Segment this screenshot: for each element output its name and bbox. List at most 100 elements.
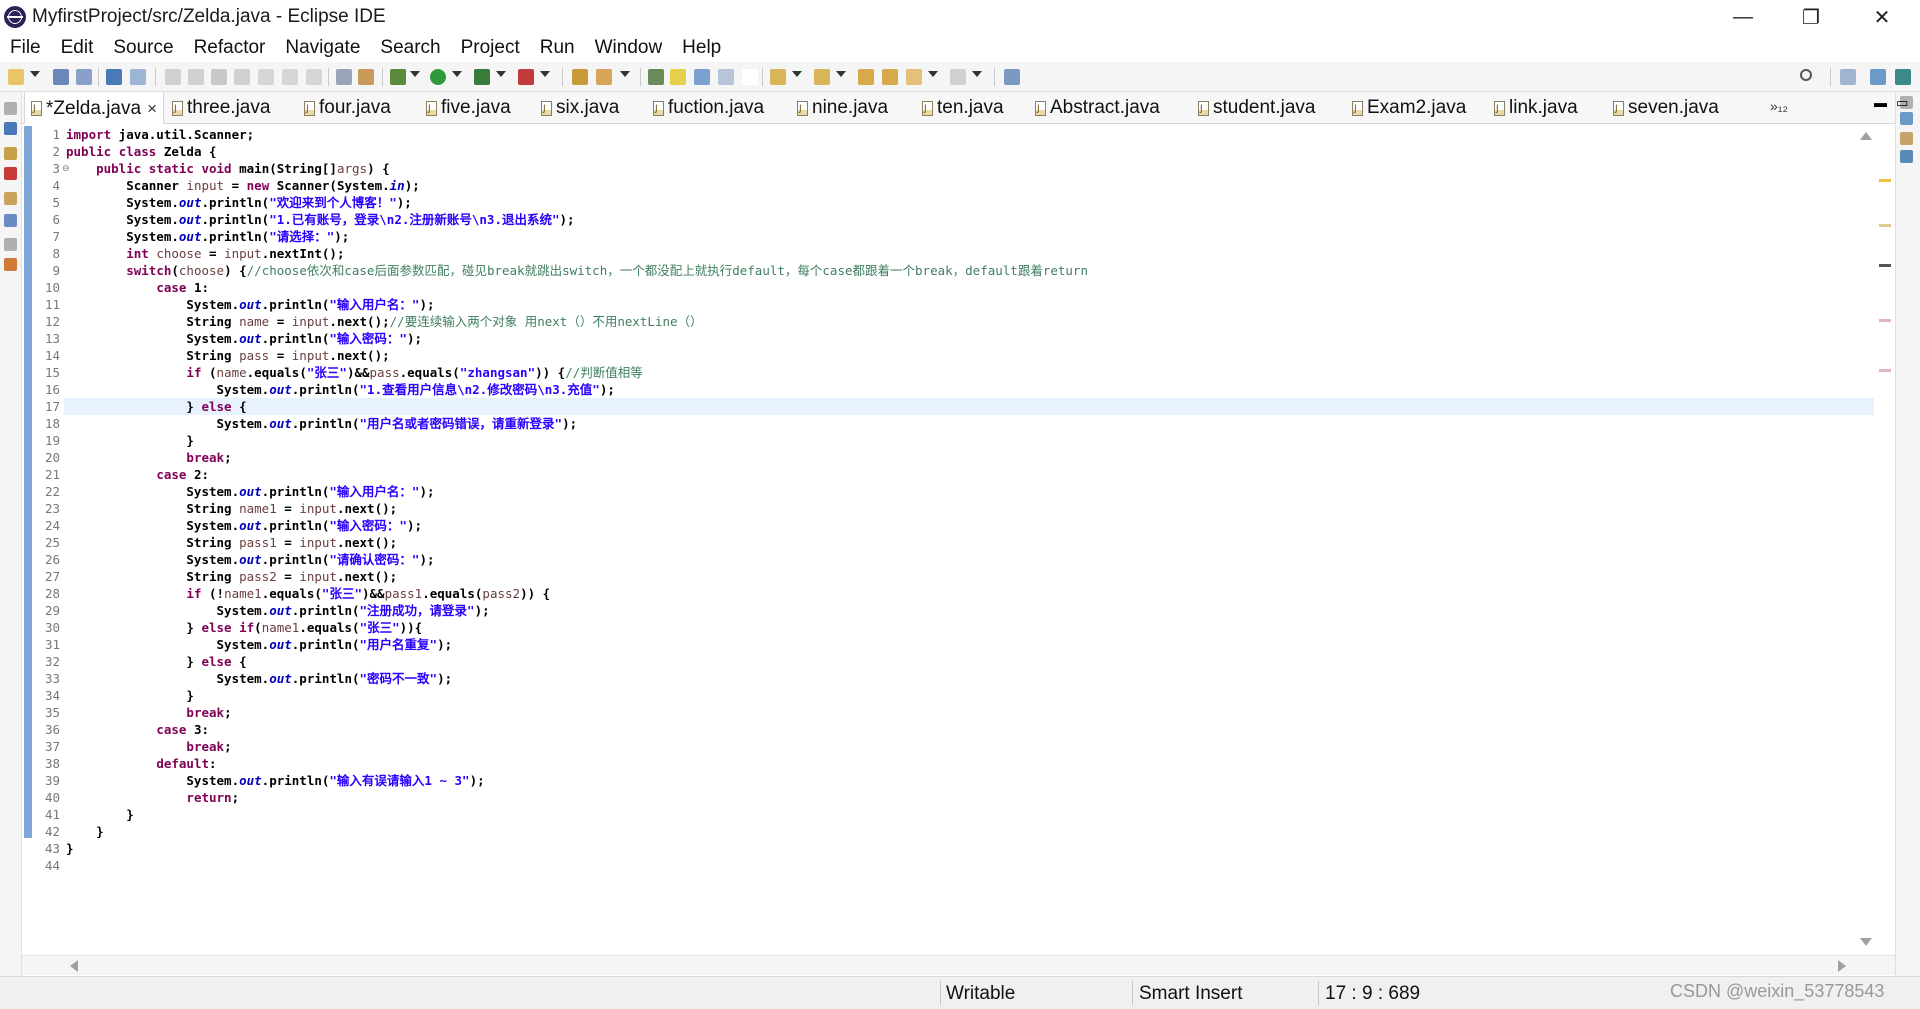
code-line[interactable]: System.out.println("输入用户名："); (64, 296, 1874, 313)
step-return-icon[interactable] (306, 69, 322, 85)
code-line[interactable]: System.out.println("输入密码："); (64, 330, 1874, 347)
declaration-icon[interactable] (4, 214, 17, 227)
debug-icon[interactable] (390, 69, 406, 85)
back-dropdown-icon[interactable] (928, 71, 938, 77)
run-icon[interactable] (430, 69, 446, 85)
coverage-dropdown-icon[interactable] (496, 71, 506, 77)
tab-four-java[interactable]: four.java (304, 92, 391, 124)
step-over-icon[interactable] (282, 69, 298, 85)
menu-source[interactable]: Source (103, 37, 183, 59)
code-line[interactable]: case 1: (64, 279, 1874, 296)
code-line[interactable]: int choose = input.nextInt(); (64, 245, 1874, 262)
type-hierarchy-icon[interactable] (4, 147, 17, 160)
scroll-down-icon[interactable] (1860, 938, 1872, 946)
tab-ten-java[interactable]: ten.java (922, 92, 1004, 124)
code-line[interactable]: String pass = input.next(); (64, 347, 1874, 364)
run-dropdown-icon[interactable] (452, 71, 462, 77)
java-perspective-icon[interactable] (1870, 69, 1886, 85)
tab-student-java[interactable]: student.java (1198, 92, 1315, 124)
code-line[interactable]: System.out.println("欢迎来到个人博客！"); (64, 194, 1874, 211)
package-explorer-icon[interactable] (4, 122, 17, 135)
code-line[interactable]: switch(choose) {//choose依次和case后面参数匹配，碰见… (64, 262, 1874, 279)
back-icon[interactable] (882, 69, 898, 85)
code-line[interactable]: System.out.println("输入有误请输入1 ~ 3"); (64, 772, 1874, 789)
annotation-marker-icon[interactable] (1879, 224, 1891, 227)
external-tools-dropdown-icon[interactable] (540, 71, 550, 77)
code-line[interactable]: default: (64, 755, 1874, 772)
use-step-filters-icon[interactable] (358, 69, 374, 85)
code-line[interactable]: } (64, 687, 1874, 704)
tab-three-java[interactable]: three.java (172, 92, 270, 124)
code-line[interactable]: public static void main(String[]args) { (64, 160, 1874, 177)
code-line[interactable]: if (name.equals("张三")&&pass.equals("zhan… (64, 364, 1874, 381)
code-line[interactable]: System.out.println("密码不一致"); (64, 670, 1874, 687)
status-insert-mode[interactable]: Smart Insert (1139, 977, 1242, 1009)
expressions-icon[interactable] (1900, 132, 1913, 145)
overview-ruler[interactable] (1875, 124, 1895, 962)
code-line[interactable]: case 3: (64, 721, 1874, 738)
tab-exam2-java[interactable]: Exam2.java (1352, 92, 1466, 124)
code-line[interactable]: case 2: (64, 466, 1874, 483)
menu-help[interactable]: Help (672, 37, 731, 59)
code-line[interactable]: System.out.println("1.已有账号，登录\n2.注册新账号\n… (64, 211, 1874, 228)
vertical-scrollbar[interactable] (1857, 124, 1873, 962)
tab-zelda-java[interactable]: *Zelda.java × (24, 92, 164, 125)
restore-button[interactable]: ❐ (1788, 0, 1834, 34)
toggle-mark-occurrences-icon[interactable] (670, 69, 686, 85)
menu-project[interactable]: Project (451, 37, 530, 59)
minimize-editor-icon[interactable]: ▬ (1874, 95, 1887, 110)
menu-edit[interactable]: Edit (51, 37, 104, 59)
new-dropdown-icon[interactable] (30, 71, 40, 77)
breakpoints-icon[interactable] (1900, 150, 1913, 163)
maximize-editor-icon[interactable]: ▭ (1896, 95, 1908, 111)
new-java-project-icon[interactable] (572, 69, 588, 85)
code-line[interactable]: String pass1 = input.next(); (64, 534, 1874, 551)
tab-six-java[interactable]: six.java (541, 92, 619, 124)
code-line[interactable]: } (64, 806, 1874, 823)
code-line[interactable]: System.out.println("注册成功，请登录"); (64, 602, 1874, 619)
current-position-marker-icon[interactable] (1879, 264, 1891, 267)
close-tab-icon[interactable]: × (147, 99, 157, 119)
debug-dropdown-icon[interactable] (410, 71, 420, 77)
occurrence-marker-icon[interactable] (1879, 319, 1891, 322)
code-line[interactable]: } (64, 432, 1874, 449)
last-edit-location-icon[interactable] (858, 69, 874, 85)
tab-seven-java[interactable]: seven.java (1613, 92, 1719, 124)
code-line[interactable]: break; (64, 704, 1874, 721)
drop-to-frame-icon[interactable] (336, 69, 352, 85)
code-line[interactable]: String name = input.next();//要连续输入两个对象 用… (64, 313, 1874, 330)
code-line[interactable]: break; (64, 738, 1874, 755)
code-line[interactable]: String pass2 = input.next(); (64, 568, 1874, 585)
debug-perspective-icon[interactable] (1895, 69, 1911, 85)
restore-icon-2[interactable] (4, 238, 17, 251)
warning-marker-icon[interactable] (1879, 179, 1891, 182)
next-annotation-icon[interactable] (770, 69, 786, 85)
terminate-icon[interactable] (211, 69, 227, 85)
close-window-button[interactable]: ✕ (1859, 0, 1905, 34)
code-line[interactable]: return; (64, 789, 1874, 806)
save-all-icon[interactable] (76, 69, 92, 85)
code-line[interactable]: System.out.println("用户名或者密码错误，请重新登录"); (64, 415, 1874, 432)
code-line[interactable]: Scanner input = new Scanner(System.in); (64, 177, 1874, 194)
tab-overflow-button[interactable]: »₁₂ (1770, 98, 1788, 114)
toggle-block-selection-icon[interactable] (694, 69, 710, 85)
skip-breakpoints-icon[interactable] (130, 69, 146, 85)
show-whitespace-icon[interactable] (742, 69, 758, 85)
code-line[interactable]: System.out.println("请确认密码："); (64, 551, 1874, 568)
external-tools-icon[interactable] (518, 69, 534, 85)
code-line[interactable]: System.out.println("输入密码："); (64, 517, 1874, 534)
new-file-icon[interactable] (8, 69, 24, 85)
status-cursor-position[interactable]: 17 : 9 : 689 (1325, 977, 1420, 1009)
code-line[interactable]: } (64, 823, 1874, 840)
code-area[interactable]: import java.util.Scanner; public class Ze… (64, 126, 1874, 874)
menu-file[interactable]: File (0, 37, 51, 59)
forward-dropdown-icon[interactable] (972, 71, 982, 77)
new-java-package-icon[interactable] (596, 69, 612, 85)
terminal-icon[interactable] (106, 69, 122, 85)
code-line[interactable]: System.out.println("请选择："); (64, 228, 1874, 245)
code-line[interactable]: public class Zelda { (64, 143, 1874, 160)
save-icon[interactable] (53, 69, 69, 85)
tab-fuction-java[interactable]: fuction.java (653, 92, 764, 124)
scroll-up-icon[interactable] (1860, 132, 1872, 140)
menu-search[interactable]: Search (370, 37, 450, 59)
